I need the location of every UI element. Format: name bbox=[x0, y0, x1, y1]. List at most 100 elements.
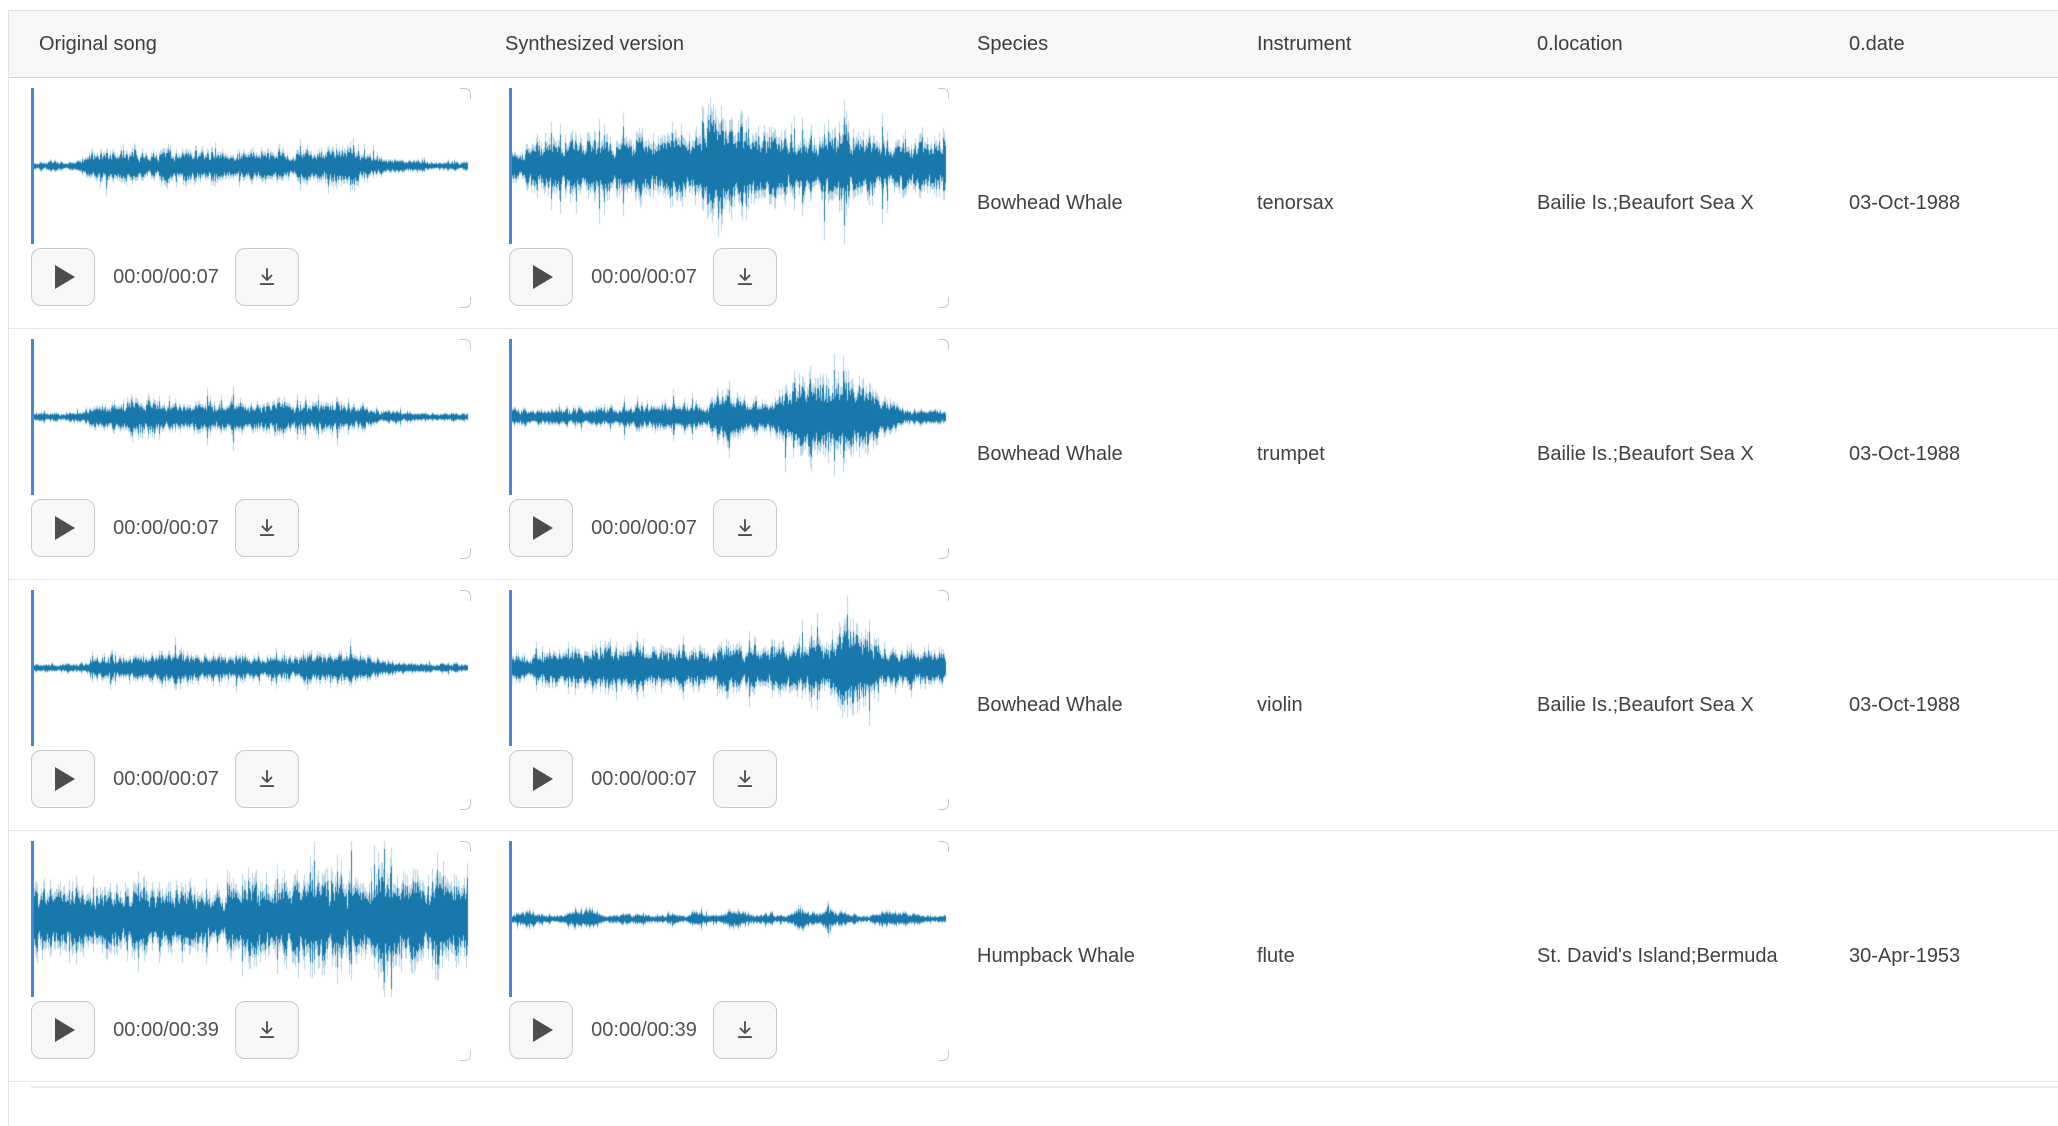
table-row: 00:00/00:07 bbox=[9, 580, 2058, 831]
download-button[interactable] bbox=[235, 1001, 299, 1059]
waveform[interactable] bbox=[509, 88, 949, 244]
audio-player-original: 00:00/00:39 bbox=[31, 841, 471, 1061]
cell-original-song: 00:00/00:07 bbox=[9, 580, 485, 830]
download-icon bbox=[254, 515, 280, 541]
waveform[interactable] bbox=[31, 590, 471, 746]
download-button[interactable] bbox=[713, 1001, 777, 1059]
table-row-partial bbox=[9, 1086, 2058, 1126]
cell-date: 03-Oct-1988 bbox=[1825, 78, 2058, 328]
audio-dataframe: Original song Synthesized version Specie… bbox=[8, 10, 2058, 1126]
download-button[interactable] bbox=[235, 248, 299, 306]
play-button[interactable] bbox=[31, 248, 95, 306]
cell-location: St. David's Island;Bermuda bbox=[1513, 831, 1825, 1081]
column-header-original-song: Original song bbox=[9, 11, 485, 77]
playback-cursor bbox=[31, 841, 34, 997]
download-button[interactable] bbox=[235, 499, 299, 557]
waveform[interactable] bbox=[31, 339, 471, 495]
download-icon bbox=[732, 264, 758, 290]
time-display: 00:00/00:07 bbox=[585, 768, 703, 791]
time-display: 00:00/00:07 bbox=[585, 266, 703, 289]
column-header-species: Species bbox=[953, 11, 1233, 77]
table-row: 00:00/00:39 bbox=[9, 831, 2058, 1082]
play-button[interactable] bbox=[509, 499, 573, 557]
cell-original-song: 00:00/00:39 bbox=[9, 831, 485, 1081]
cell-instrument: tenorsax bbox=[1233, 78, 1513, 328]
waveform[interactable] bbox=[509, 590, 949, 746]
cell-original-song: 00:00/00:07 bbox=[9, 78, 485, 328]
download-icon bbox=[254, 766, 280, 792]
playback-cursor bbox=[509, 339, 512, 495]
play-icon bbox=[55, 767, 75, 791]
play-icon bbox=[55, 1018, 75, 1042]
playback-cursor bbox=[509, 88, 512, 244]
play-icon bbox=[533, 767, 553, 791]
download-button[interactable] bbox=[713, 248, 777, 306]
play-icon bbox=[533, 265, 553, 289]
playback-cursor bbox=[31, 339, 34, 495]
download-button[interactable] bbox=[713, 750, 777, 808]
cell-synthesized-version: 00:00/00:07 bbox=[485, 78, 953, 328]
waveform[interactable] bbox=[509, 339, 949, 495]
audio-player-synthesized: 00:00/00:07 bbox=[509, 88, 949, 308]
audio-player-original: 00:00/00:07 bbox=[31, 590, 471, 810]
column-header-date: 0.date bbox=[1825, 11, 2058, 77]
cell-synthesized-version: 00:00/00:07 bbox=[485, 329, 953, 579]
column-header-instrument: Instrument bbox=[1233, 11, 1513, 77]
cell-original-song: 00:00/00:07 bbox=[9, 329, 485, 579]
time-display: 00:00/00:39 bbox=[107, 1019, 225, 1042]
table-row: 00:00/00:07 bbox=[9, 78, 2058, 329]
play-icon bbox=[533, 516, 553, 540]
cell-species: Bowhead Whale bbox=[953, 580, 1233, 830]
time-display: 00:00/00:39 bbox=[585, 1019, 703, 1042]
cell-location: Bailie Is.;Beaufort Sea X bbox=[1513, 78, 1825, 328]
cell-species: Bowhead Whale bbox=[953, 329, 1233, 579]
download-icon bbox=[254, 1017, 280, 1043]
cell-species: Humpback Whale bbox=[953, 831, 1233, 1081]
play-icon bbox=[55, 516, 75, 540]
play-button[interactable] bbox=[509, 248, 573, 306]
playback-cursor bbox=[509, 590, 512, 746]
time-display: 00:00/00:07 bbox=[585, 517, 703, 540]
download-icon bbox=[732, 1017, 758, 1043]
cell-species: Bowhead Whale bbox=[953, 78, 1233, 328]
playback-cursor bbox=[31, 88, 34, 244]
column-header-synthesized-version: Synthesized version bbox=[485, 11, 953, 77]
play-icon bbox=[533, 1018, 553, 1042]
playback-cursor bbox=[31, 590, 34, 746]
download-icon bbox=[732, 766, 758, 792]
time-display: 00:00/00:07 bbox=[107, 768, 225, 791]
play-icon bbox=[55, 265, 75, 289]
cell-date: 30-Apr-1953 bbox=[1825, 831, 2058, 1081]
cell-instrument: flute bbox=[1233, 831, 1513, 1081]
cell-location: Bailie Is.;Beaufort Sea X bbox=[1513, 329, 1825, 579]
play-button[interactable] bbox=[31, 750, 95, 808]
download-button[interactable] bbox=[713, 499, 777, 557]
waveform[interactable] bbox=[31, 88, 471, 244]
cell-synthesized-version: 00:00/00:07 bbox=[485, 580, 953, 830]
cell-instrument: trumpet bbox=[1233, 329, 1513, 579]
cell-date: 03-Oct-1988 bbox=[1825, 580, 2058, 830]
table-row: 00:00/00:07 bbox=[9, 329, 2058, 580]
download-icon bbox=[254, 264, 280, 290]
play-button[interactable] bbox=[31, 499, 95, 557]
time-display: 00:00/00:07 bbox=[107, 517, 225, 540]
waveform[interactable] bbox=[31, 841, 471, 997]
cell-instrument: violin bbox=[1233, 580, 1513, 830]
waveform[interactable] bbox=[509, 841, 949, 997]
next-row-edge bbox=[31, 1086, 2058, 1088]
download-icon bbox=[732, 515, 758, 541]
audio-player-synthesized: 00:00/00:07 bbox=[509, 590, 949, 810]
table-header-row: Original song Synthesized version Specie… bbox=[9, 11, 2058, 78]
cell-date: 03-Oct-1988 bbox=[1825, 329, 2058, 579]
audio-player-original: 00:00/00:07 bbox=[31, 88, 471, 308]
audio-player-synthesized: 00:00/00:07 bbox=[509, 339, 949, 559]
play-button[interactable] bbox=[31, 1001, 95, 1059]
cell-location: Bailie Is.;Beaufort Sea X bbox=[1513, 580, 1825, 830]
play-button[interactable] bbox=[509, 1001, 573, 1059]
download-button[interactable] bbox=[235, 750, 299, 808]
play-button[interactable] bbox=[509, 750, 573, 808]
playback-cursor bbox=[509, 841, 512, 997]
audio-player-original: 00:00/00:07 bbox=[31, 339, 471, 559]
cell-synthesized-version: 00:00/00:39 bbox=[485, 831, 953, 1081]
column-header-location: 0.location bbox=[1513, 11, 1825, 77]
